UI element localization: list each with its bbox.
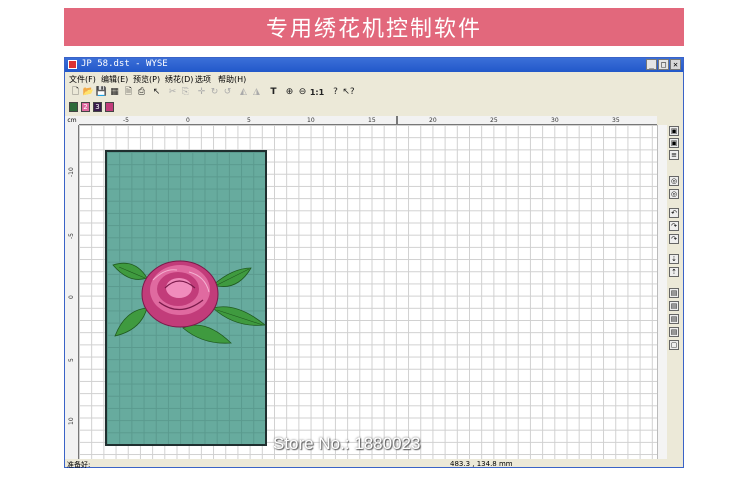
title-bar: JP 58.dst - WYSE _ □ ✕ (65, 58, 683, 72)
cut-icon[interactable]: ✂ (166, 86, 179, 99)
h-tick-label: 0 (186, 117, 190, 124)
zoom-in-icon[interactable]: ⊕ (283, 86, 296, 99)
machine-icon[interactable]: ▤ (669, 301, 679, 311)
v-tick-label: 10 (68, 417, 75, 425)
rotate-cw-icon[interactable]: ↻ (208, 86, 221, 99)
h-tick-label: 10 (307, 117, 315, 124)
rose-flower (141, 260, 219, 328)
minimize-button[interactable]: _ (646, 59, 657, 70)
mirror-h-icon[interactable]: ◭ (237, 86, 250, 99)
h-tick-label: 15 (368, 117, 376, 124)
right-toolbar: ▣ ▣ ≡ ◎ ◎ ↶ ↷ ↷ ⇣ ⇡ ▤ ▤ ▤ ▤ ▢ (667, 126, 681, 358)
color-swatch-3[interactable]: 3 (93, 102, 102, 112)
embroidery-hoop[interactable] (105, 150, 267, 446)
toolbar: 🗋 📂 💾 ▦ 🗎 ⎙ ↖ ✂ ⎘ ✛ ↻ ↺ ◭ ◮ T ⊕ ⊖ 1:1 ? … (67, 86, 407, 100)
stitch-tool-icon[interactable]: ▣ (669, 126, 679, 136)
needle-icon[interactable]: ⇡ (669, 267, 679, 277)
h-tick-label: -5 (123, 117, 129, 124)
open-folder-icon[interactable]: 📂 (82, 86, 95, 99)
color-swatch-1[interactable] (69, 102, 78, 112)
help-icon[interactable]: ? (329, 86, 342, 99)
menu-embroider[interactable]: 绣花(D) (165, 74, 193, 85)
move-icon[interactable]: ✛ (195, 86, 208, 99)
close-button[interactable]: ✕ (670, 59, 681, 70)
color-swatch-2[interactable]: 2 (81, 102, 90, 112)
view-tool-icon[interactable]: ◎ (669, 176, 679, 186)
new-file-icon[interactable]: 🗋 (69, 86, 82, 99)
redo-icon[interactable]: ↷ (669, 221, 679, 231)
status-bar: 准备好: 483.3 , 134.8 mm (65, 460, 683, 469)
menu-preview[interactable]: 预览(P) (133, 74, 160, 85)
v-tick-label: 5 (68, 358, 75, 362)
vertical-scrollbar[interactable] (657, 125, 667, 459)
vertical-ruler: -10 -5 0 5 10 (65, 125, 79, 459)
preview-icon[interactable]: 🗎 (122, 86, 135, 99)
menu-help[interactable]: 帮助(H) (218, 74, 246, 85)
zoom-out-icon[interactable]: ⊖ (296, 86, 309, 99)
h-tick-label: 30 (551, 117, 559, 124)
machine-icon[interactable]: ▤ (669, 314, 679, 324)
color-swatch-4[interactable] (105, 102, 114, 112)
undo-icon[interactable]: ↶ (669, 208, 679, 218)
save-all-icon[interactable]: ▦ (108, 86, 121, 99)
ruler-unit: cm (65, 116, 79, 125)
v-tick-label: -5 (68, 233, 75, 239)
zoom-1to1-icon[interactable]: 1:1 (309, 86, 325, 99)
pointer-icon[interactable]: ↖ (150, 86, 163, 99)
store-watermark: Store No.: 1880023 (273, 434, 421, 453)
text-icon[interactable]: T (267, 86, 280, 99)
status-text: 准备好: (67, 461, 91, 469)
h-tick-label: 5 (247, 117, 251, 124)
context-help-icon[interactable]: ↖? (342, 86, 355, 99)
menu-options[interactable]: 选项 (195, 74, 211, 85)
cursor-coordinates: 483.3 , 134.8 mm (450, 460, 513, 468)
window-title: JP 58.dst - WYSE (81, 59, 168, 69)
h-tick-label: 25 (490, 117, 498, 124)
horizontal-ruler: -5 0 5 10 15 20 25 30 35 (79, 116, 657, 125)
banner-title: 专用绣花机控制软件 (265, 17, 482, 42)
mirror-v-icon[interactable]: ◮ (250, 86, 263, 99)
print-icon[interactable]: ⎙ (135, 86, 148, 99)
h-tick-label: 20 (429, 117, 437, 124)
maximize-button[interactable]: □ (658, 59, 669, 70)
rotate-icon[interactable]: ↷ (669, 234, 679, 244)
view-tool-icon[interactable]: ◎ (669, 189, 679, 199)
copy-icon[interactable]: ⎘ (179, 86, 192, 99)
v-tick-label: 0 (68, 295, 75, 299)
machine-icon[interactable]: ▤ (669, 288, 679, 298)
stitch-tool-icon[interactable]: ▣ (669, 138, 679, 148)
menu-bar: 文件(F) 编辑(E) 预览(P) 绣花(D) 选项 帮助(H) (65, 73, 683, 85)
menu-edit[interactable]: 编辑(E) (101, 74, 128, 85)
app-icon (68, 60, 77, 69)
h-tick-label: 35 (612, 117, 620, 124)
needle-icon[interactable]: ⇣ (669, 254, 679, 264)
rose-design[interactable] (105, 150, 267, 446)
step-tool-icon[interactable]: ≡ (669, 150, 679, 160)
banner: 专用绣花机控制软件 (64, 8, 684, 46)
save-icon[interactable]: 💾 (95, 86, 108, 99)
v-tick-label: -10 (68, 167, 75, 177)
rotate-ccw-icon[interactable]: ↺ (221, 86, 234, 99)
machine-icon[interactable]: ▤ (669, 327, 679, 337)
menu-file[interactable]: 文件(F) (69, 74, 96, 85)
machine-icon[interactable]: ▢ (669, 340, 679, 350)
design-canvas[interactable] (79, 125, 657, 459)
app-window: JP 58.dst - WYSE _ □ ✕ 文件(F) 编辑(E) 预览(P)… (64, 57, 684, 469)
